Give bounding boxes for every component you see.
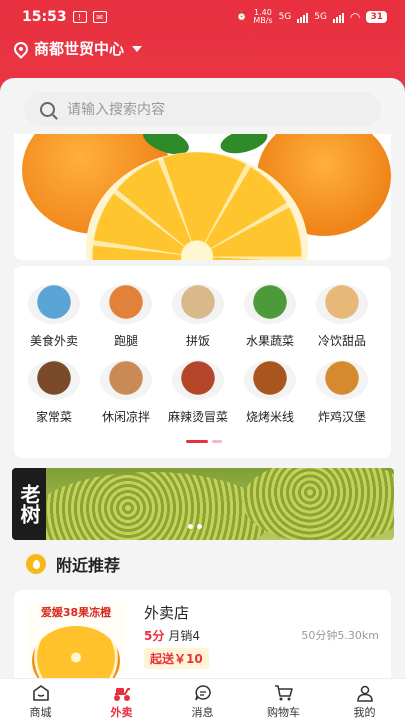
nav-label: 商城 xyxy=(29,706,52,719)
network-label-1: 5G xyxy=(278,12,292,22)
category-label: 美食外卖 xyxy=(29,334,78,348)
wifi-icon: ◠ xyxy=(349,10,361,24)
category-item[interactable]: 美食外卖 xyxy=(22,284,86,349)
spicy-pot-icon xyxy=(172,360,224,400)
search-icon xyxy=(40,101,55,117)
jackfruit-left xyxy=(32,472,272,540)
banner-sign: 老树 xyxy=(12,468,46,540)
store-distance: 50分钟5.30km xyxy=(301,629,379,642)
store-sales: 月销4 xyxy=(168,629,200,643)
category-grid: 美食外卖 跑腿 拼饭 水果蔬菜 冷饮甜品家常菜 休闲凉拌 麻辣烫冒菜 烧烤米线 炸鸡汉堡 xyxy=(14,266,391,458)
category-label: 冷饮甜品 xyxy=(317,334,366,348)
store-name: 外卖店 xyxy=(144,604,190,622)
nearby-section-header: 附近推荐 xyxy=(26,552,120,576)
scooter-icon xyxy=(112,684,132,702)
cart-icon xyxy=(274,684,294,702)
category-item[interactable]: 烧烤米线 xyxy=(238,360,302,425)
category-label: 家常菜 xyxy=(35,410,72,424)
location-name: 商都世贸中心 xyxy=(34,40,125,58)
home-dish-icon xyxy=(28,360,80,400)
category-item[interactable]: 跑腿 xyxy=(94,284,158,349)
category-label: 麻辣烫冒菜 xyxy=(167,410,228,424)
search-input[interactable]: 请输入搜索内容 xyxy=(24,92,381,126)
category-item[interactable]: 家常菜 xyxy=(22,360,86,425)
category-label: 休闲凉拌 xyxy=(101,410,150,424)
pager-dot-active xyxy=(186,440,208,443)
category-label: 炸鸡汉堡 xyxy=(317,410,366,424)
store-thumbnail: 爱媛38果冻橙 xyxy=(26,602,126,678)
flame-icon xyxy=(26,554,46,574)
fruit-veg-icon xyxy=(244,284,296,324)
hero-banner-image[interactable] xyxy=(14,134,391,260)
store-meta: 5分 月销4 xyxy=(144,627,200,644)
chat-icon xyxy=(194,684,212,702)
user-icon xyxy=(356,684,374,702)
cold-dish-icon xyxy=(100,360,152,400)
jackfruit-right xyxy=(242,468,394,540)
category-label: 烧烤米线 xyxy=(245,410,294,424)
section-title: 附近推荐 xyxy=(56,556,121,575)
nav-label: 消息 xyxy=(191,706,214,719)
category-label: 水果蔬菜 xyxy=(245,334,294,348)
laptop-food-icon xyxy=(28,284,80,324)
search-placeholder: 请输入搜索内容 xyxy=(67,102,165,118)
nav-item[interactable]: 外卖 xyxy=(81,679,162,720)
min-order-badge: 起送￥10 xyxy=(144,648,209,669)
location-selector[interactable]: 商都世贸中心 xyxy=(11,38,143,59)
status-time: 15:53 xyxy=(22,9,67,25)
status-bar: 15:53 ! ✉ ⏰ 1.40 MB/s 5G 5G ◠ 31 xyxy=(0,0,405,34)
category-label: 跑腿 xyxy=(113,334,138,348)
nav-label: 购物车 xyxy=(267,706,300,719)
category-pager xyxy=(186,440,222,443)
store-card[interactable]: 爱媛38果冻橙 外卖店 5分 月销4 50分钟5.30km 起送￥10 xyxy=(14,590,391,678)
network-label-2: 5G xyxy=(314,12,327,22)
promo-banner[interactable]: 老树 xyxy=(12,468,394,540)
category-item[interactable]: 炸鸡汉堡 xyxy=(310,360,374,425)
network-speed: 1.40 MB/s xyxy=(253,8,273,25)
category-item[interactable]: 冷饮甜品 xyxy=(310,284,374,349)
category-label: 拼饭 xyxy=(185,334,210,348)
battery-indicator: 31 xyxy=(366,11,387,23)
rice-plate-icon xyxy=(172,284,224,324)
pager-dot xyxy=(212,440,222,443)
category-item[interactable]: 拼饭 xyxy=(166,284,230,349)
dessert-icon xyxy=(316,284,368,324)
nav-label: 我的 xyxy=(353,706,376,719)
category-item[interactable]: 休闲凉拌 xyxy=(94,360,158,425)
category-item[interactable]: 麻辣烫冒菜 xyxy=(166,360,230,425)
chevron-down-icon xyxy=(132,45,143,52)
nav-item[interactable]: 购物车 xyxy=(243,679,324,720)
fried-chicken-icon xyxy=(316,360,368,400)
category-item[interactable]: 水果蔬菜 xyxy=(238,284,302,349)
location-pin-icon xyxy=(11,38,31,59)
nav-item[interactable]: 商城 xyxy=(0,679,81,720)
nav-item[interactable]: 消息 xyxy=(162,679,243,720)
nav-label: 外卖 xyxy=(110,706,133,719)
banner-pager xyxy=(188,524,202,529)
alarm-icon: ⏰ xyxy=(236,12,248,22)
store-rating: 5分 xyxy=(144,629,165,643)
notification-icon: ! xyxy=(72,11,87,23)
delivery-plate-icon xyxy=(100,284,152,324)
home-icon xyxy=(32,684,50,702)
nav-item[interactable]: 我的 xyxy=(324,679,405,720)
bottom-nav: 商城 外卖 消息 购物车 我的 xyxy=(0,678,405,720)
thumb-orange xyxy=(32,626,120,678)
thumb-label: 爱媛38果冻橙 xyxy=(40,606,112,619)
bbq-icon xyxy=(244,360,296,400)
message-icon: ✉ xyxy=(92,11,107,23)
signal-icon xyxy=(297,12,309,23)
signal-icon-2 xyxy=(332,12,344,23)
